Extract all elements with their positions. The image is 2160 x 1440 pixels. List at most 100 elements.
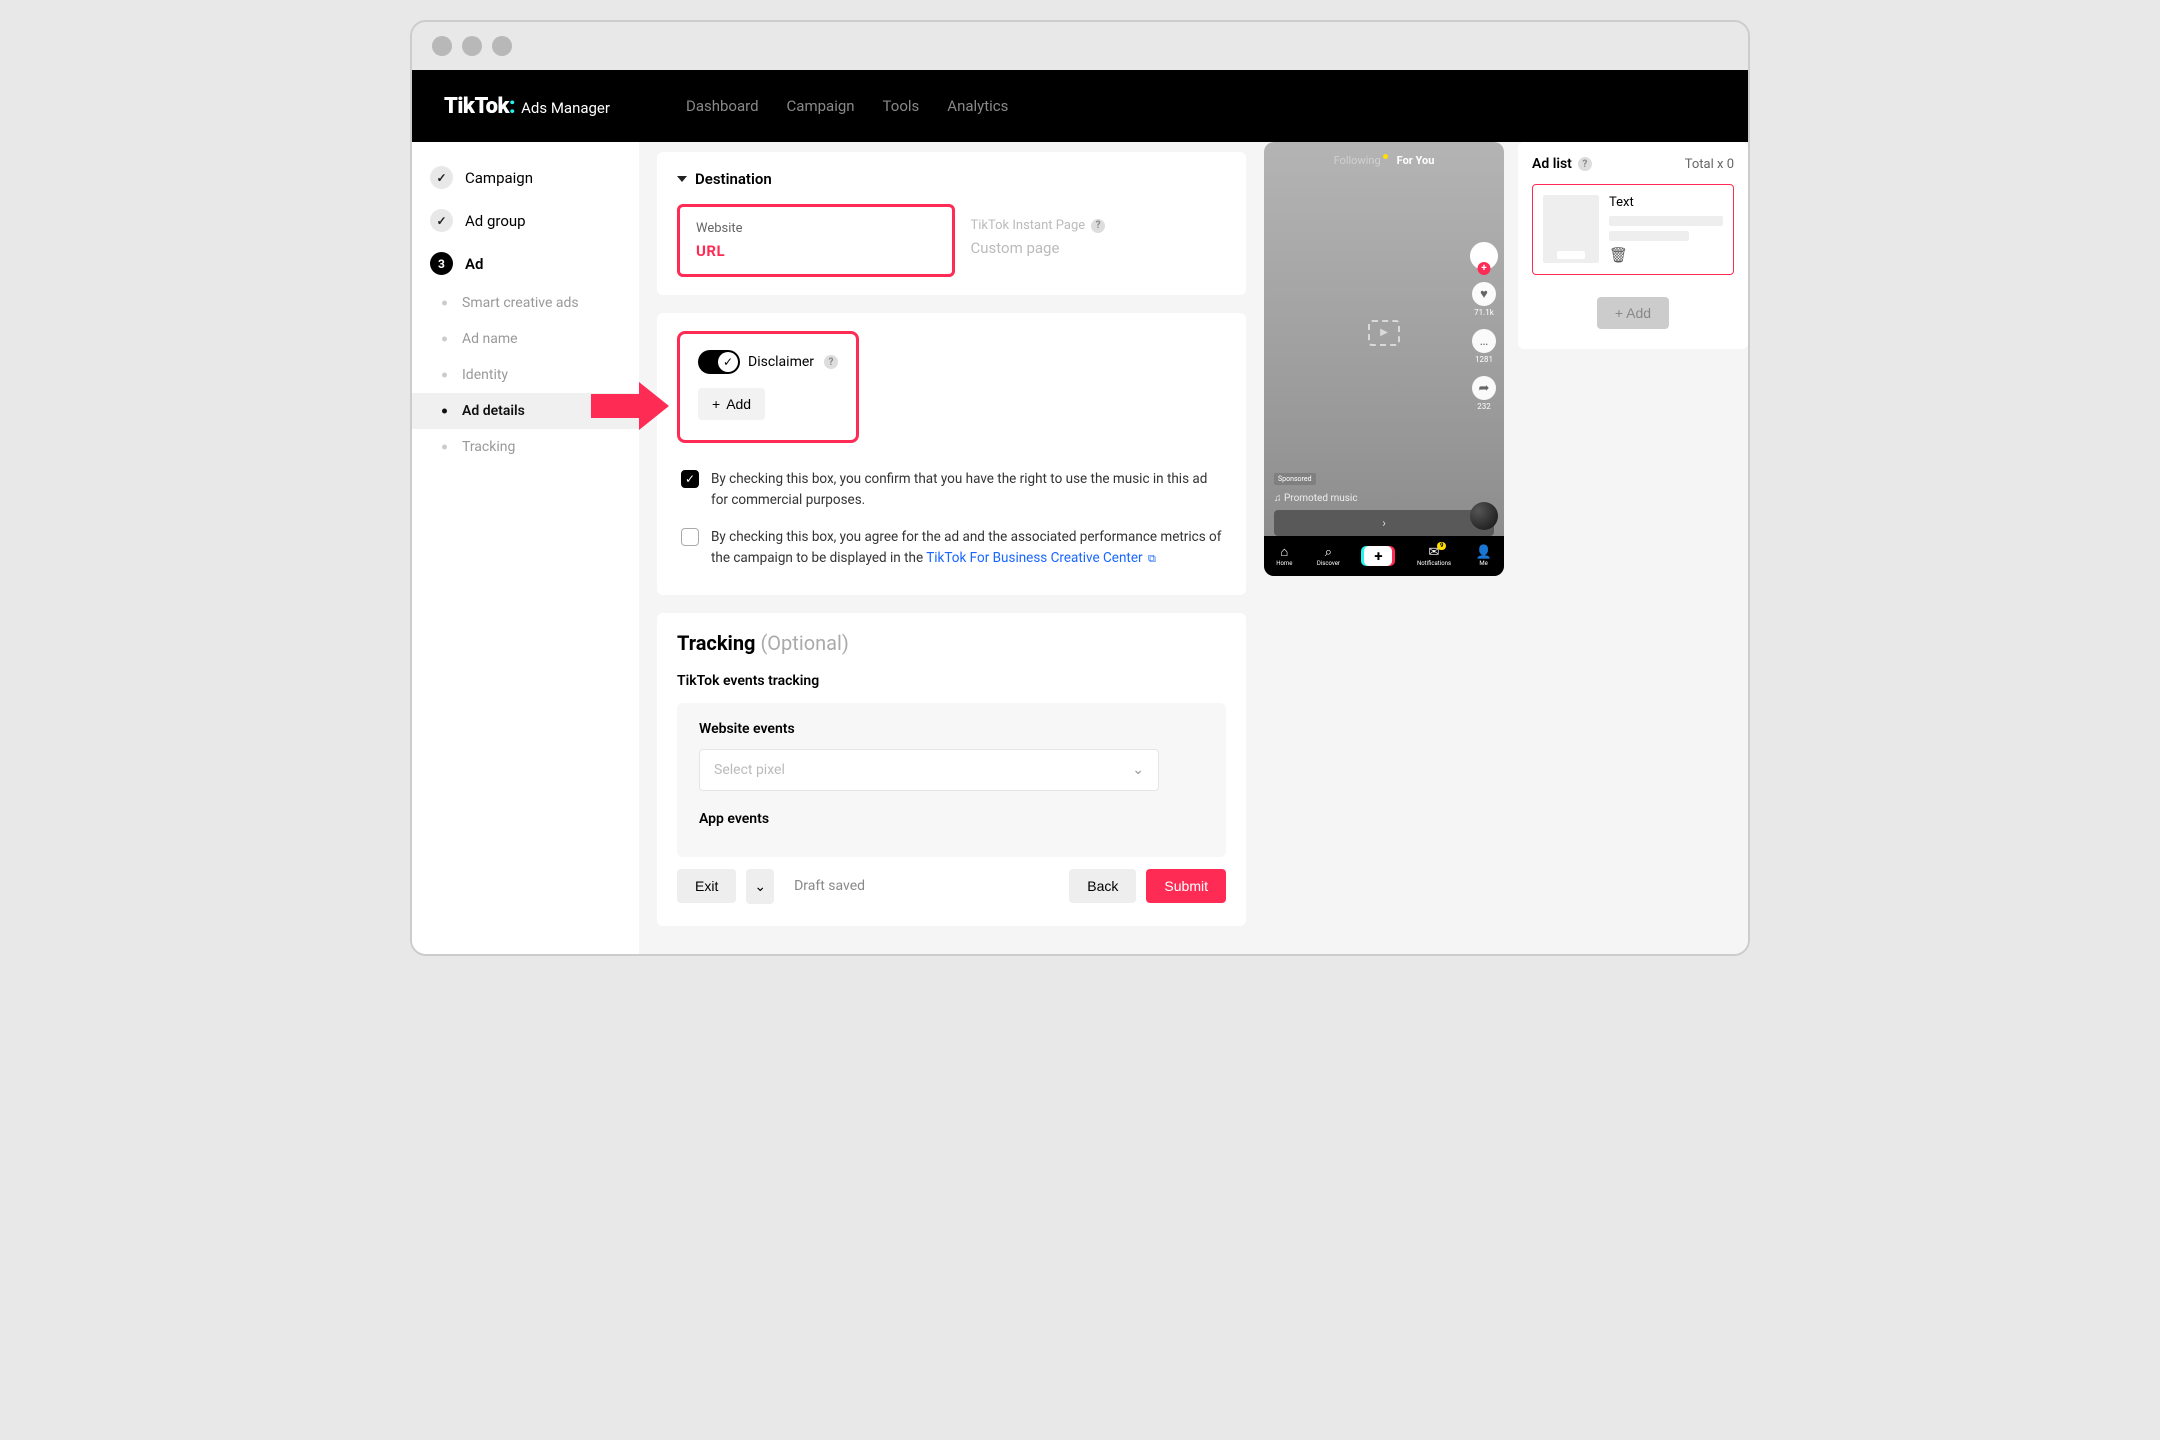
draft-status: Draft saved [794, 878, 865, 894]
phone-nav-inbox[interactable]: ✉Notifications [1417, 546, 1451, 567]
ad-thumbnail [1543, 195, 1599, 263]
sidebar-campaign[interactable]: ✓ Campaign [412, 156, 639, 199]
phone-nav-home[interactable]: ⌂Home [1276, 546, 1292, 567]
promoted-music: ♫ Promoted music [1274, 493, 1494, 504]
submit-button[interactable]: Submit [1146, 869, 1226, 903]
add-ad-button[interactable]: + Add [1597, 297, 1669, 329]
top-nav: TikTok: Ads Manager Dashboard Campaign T… [412, 70, 1748, 142]
sidebar-sub-smart[interactable]: Smart creative ads [412, 285, 639, 321]
nav-dashboard[interactable]: Dashboard [686, 97, 759, 115]
ad-list-total: Total x 0 [1685, 157, 1734, 172]
disclaimer-callout: ✓ Disclaimer ? + Add [677, 331, 859, 443]
disclaimer-toggle[interactable]: ✓ [698, 350, 740, 374]
creative-center-checkbox[interactable] [681, 528, 699, 546]
nav-campaign[interactable]: Campaign [787, 97, 855, 115]
destination-website[interactable]: Website URL [677, 204, 955, 277]
phone-cta-bar[interactable]: › [1274, 510, 1494, 536]
callout-arrow-icon [591, 382, 669, 434]
ad-list-header: Ad list ? Total x 0 [1532, 156, 1734, 172]
pixel-select[interactable]: Select pixel ⌄ [699, 749, 1159, 791]
destination-options: Website URL TikTok Instant Page ? Custom… [677, 204, 1226, 277]
destination-instant-page[interactable]: TikTok Instant Page ? Custom page [955, 204, 1227, 277]
right-panel: Following For You ▶ ♥ 71.1k … 1281 [1264, 142, 1748, 954]
disclaimer-add-label: Add [726, 396, 751, 412]
destination-title: Destination [695, 170, 772, 188]
ad-list-panel: Ad list ? Total x 0 Text 🗑 + Add [1518, 142, 1748, 349]
ad-list-item[interactable]: Text 🗑 [1532, 184, 1734, 275]
music-rights-check-row: ✓ By checking this box, you confirm that… [677, 461, 1226, 519]
search-icon: ⌕ [1325, 546, 1332, 559]
profile-icon: 👤 [1476, 546, 1492, 559]
ad-meta: Text 🗑 [1609, 195, 1723, 264]
brand: TikTok: Ads Manager [444, 94, 610, 119]
delete-ad-button[interactable]: 🗑 [1609, 246, 1723, 264]
comment-icon: … [1472, 329, 1496, 353]
traffic-minimize[interactable] [462, 36, 482, 56]
nav-analytics[interactable]: Analytics [947, 97, 1008, 115]
destination-website-label: Website [696, 221, 936, 236]
destination-instant-label: TikTok Instant Page [971, 218, 1086, 233]
disclaimer-card: ✓ Disclaimer ? + Add ✓ By checking this … [657, 313, 1246, 595]
phone-share[interactable]: ➦ 232 [1472, 376, 1496, 411]
check-icon: ✓ [430, 166, 453, 189]
creative-center-link[interactable]: TikTok For Business Creative Center ⧉ [926, 550, 1156, 566]
placeholder-bar [1609, 216, 1723, 226]
disclaimer-toggle-row: ✓ Disclaimer ? [698, 350, 838, 374]
sidebar: ✓ Campaign ✓ Ad group 3 Ad Smart creativ… [412, 142, 639, 954]
nav-tools[interactable]: Tools [883, 97, 920, 115]
phone-side-actions: ♥ 71.1k … 1281 ➦ 232 [1470, 242, 1498, 411]
sidebar-sub-adname[interactable]: Ad name [412, 321, 639, 357]
sidebar-adgroup[interactable]: ✓ Ad group [412, 199, 639, 242]
sidebar-sub-tracking[interactable]: Tracking [412, 429, 639, 465]
phone-preview: Following For You ▶ ♥ 71.1k … 1281 [1264, 142, 1504, 576]
traffic-zoom[interactable] [492, 36, 512, 56]
traffic-close[interactable] [432, 36, 452, 56]
external-link-icon: ⧉ [1148, 552, 1156, 565]
creative-center-text: By checking this box, you agree for the … [711, 527, 1222, 569]
ad-item-title: Text [1609, 195, 1723, 210]
destination-website-value: URL [696, 242, 936, 260]
disclaimer-add-button[interactable]: + Add [698, 388, 765, 420]
phone-avatar[interactable] [1470, 242, 1498, 270]
back-button[interactable]: Back [1069, 869, 1136, 903]
step-number-badge: 3 [430, 252, 453, 275]
sidebar-campaign-label: Campaign [465, 169, 533, 187]
sidebar-ad[interactable]: 3 Ad [412, 242, 639, 285]
phone-like[interactable]: ♥ 71.1k [1472, 282, 1496, 317]
sidebar-ad-label: Ad [465, 255, 483, 273]
app-events-label: App events [699, 811, 1204, 827]
help-icon[interactable]: ? [1091, 219, 1105, 233]
help-icon[interactable]: ? [824, 355, 838, 369]
exit-button[interactable]: Exit [677, 869, 736, 903]
caret-down-icon [677, 176, 687, 182]
phone-bottom-nav: ⌂Home ⌕Discover + ✉Notifications 👤Me [1264, 536, 1504, 576]
phone-nav-me[interactable]: 👤Me [1476, 546, 1492, 567]
phone-comment[interactable]: … 1281 [1472, 329, 1496, 364]
inbox-icon: ✉ [1429, 546, 1440, 559]
phone-tab-following[interactable]: Following [1334, 154, 1381, 167]
tracking-card: Tracking (Optional) TikTok events tracki… [657, 613, 1246, 926]
brand-logo: TikTok: [444, 94, 515, 119]
phone-like-count: 71.1k [1474, 308, 1494, 317]
phone-preview-column: Following For You ▶ ♥ 71.1k … 1281 [1264, 142, 1504, 954]
check-icon: ✓ [430, 209, 453, 232]
window-titlebar [412, 22, 1748, 70]
help-icon[interactable]: ? [1578, 157, 1592, 171]
trash-icon: 🗑 [1609, 246, 1628, 264]
exit-dropdown-button[interactable]: ⌄ [746, 869, 774, 904]
phone-nav-discover[interactable]: ⌕Discover [1317, 546, 1340, 567]
app-window: TikTok: Ads Manager Dashboard Campaign T… [410, 20, 1750, 956]
destination-header[interactable]: Destination [677, 170, 1226, 188]
phone-nav-create[interactable]: + [1364, 546, 1392, 566]
phone-share-count: 232 [1477, 402, 1491, 411]
music-rights-checkbox[interactable]: ✓ [681, 470, 699, 488]
website-events-label: Website events [699, 721, 1204, 737]
phone-comment-count: 1281 [1475, 355, 1493, 364]
placeholder-bar [1609, 231, 1689, 241]
phone-tab-foryou[interactable]: For You [1397, 154, 1435, 167]
play-placeholder-icon: ▶ [1368, 320, 1400, 346]
footer-actions: Exit ⌄ Draft saved Back Submit [677, 857, 1226, 908]
toggle-knob-icon: ✓ [718, 352, 738, 372]
content: ✓ Campaign ✓ Ad group 3 Ad Smart creativ… [412, 142, 1748, 954]
chevron-down-icon: ⌄ [1132, 762, 1144, 778]
